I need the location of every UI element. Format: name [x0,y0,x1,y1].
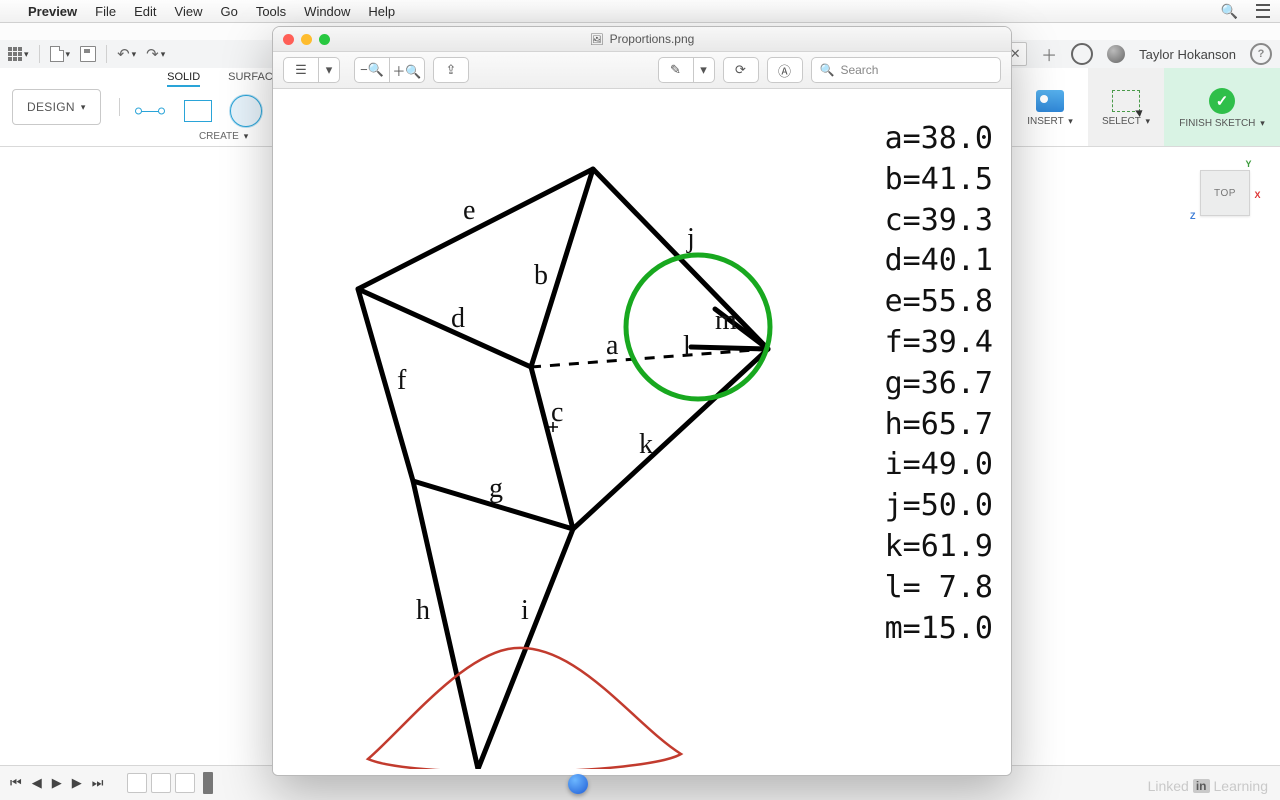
window-title: Proportions.png [610,32,695,46]
zoom-in-button[interactable]: ＋🔍 [390,57,425,83]
insert-menu[interactable]: INSERT ▾ [1012,68,1088,146]
linkedin-learning-watermark: Linked in Learning [1148,778,1268,794]
sidebar-menu-button[interactable]: ▾ [319,57,340,83]
base-outline [368,648,681,769]
svg-text:g: g [489,473,503,504]
preview-toolbar: ☰ ▾ −🔍 ＋🔍 ⇪ ✎ ▾ ⟳ Ⓐ 🔍 Search [273,52,1011,89]
search-field[interactable]: 🔍 Search [811,57,1002,83]
workspace-label: DESIGN [27,100,75,114]
sidebar-button[interactable]: ☰ [283,57,319,83]
timeline-end-button[interactable]: ⏭ [92,775,104,791]
markup-button[interactable]: ✎ [658,57,694,83]
watermark-orb-icon [568,774,588,794]
save-button[interactable] [80,46,96,62]
create-label[interactable]: CREATE▾ [199,131,248,142]
menu-go[interactable]: Go [220,4,237,19]
app-menu[interactable]: Preview [28,4,77,19]
finish-sketch-button[interactable]: ✓ FINISH SKETCH ▾ [1164,68,1280,146]
svg-text:k: k [639,429,653,460]
preview-window: 🖼 Proportions.png ☰ ▾ −🔍 ＋🔍 ⇪ ✎ ▾ ⟳ Ⓐ 🔍 … [272,26,1012,776]
help-button[interactable]: ? [1250,43,1272,65]
minimize-window-button[interactable] [301,34,312,45]
timeline-prev-button[interactable]: ◀ [32,775,42,791]
workspace-switcher[interactable]: DESIGN ▾ [12,89,101,125]
rectangle-tool[interactable] [184,100,212,122]
search-icon: 🔍 [820,63,835,77]
markup-menu-button[interactable]: ▾ [694,57,715,83]
annotate-button[interactable]: Ⓐ [767,57,803,83]
undo-button[interactable]: ↶▾ [117,45,136,63]
menu-file[interactable]: File [95,4,116,19]
svg-text:b: b [534,260,548,291]
job-status-icon[interactable] [1107,45,1125,63]
svg-text:e: e [463,195,475,226]
menu-extras-icon[interactable] [1256,4,1270,18]
circle-tool[interactable] [230,95,262,127]
timeline-start-button[interactable]: ⏮ [10,775,22,791]
account-name[interactable]: Taylor Hokanson [1139,47,1236,62]
svg-text:c: c [551,397,563,428]
svg-text:l: l [683,331,691,362]
menu-tools[interactable]: Tools [256,4,286,19]
svg-text:j: j [686,223,695,254]
redo-button[interactable]: ↷▾ [146,45,165,63]
menu-window[interactable]: Window [304,4,350,19]
new-doc-button[interactable]: ▾ [50,46,71,62]
svg-text:m: m [715,305,737,336]
select-icon [1112,90,1140,112]
svg-text:a: a [606,330,619,361]
view-cube[interactable]: TOP X Z Y [1200,170,1250,216]
menu-view[interactable]: View [175,4,203,19]
mac-menubar: Preview File Edit View Go Tools Window H… [0,0,1280,23]
check-icon: ✓ [1209,88,1235,114]
share-button[interactable]: ⇪ [433,57,469,83]
zoom-out-button[interactable]: −🔍 [354,57,390,83]
timeline-steps[interactable] [127,772,213,794]
data-panel-button[interactable]: ▾ [8,47,29,61]
insert-icon [1036,90,1064,112]
new-tab-button[interactable]: ＋ [1041,42,1057,66]
timeline-next-button[interactable]: ▶ [72,775,82,791]
menu-help[interactable]: Help [368,4,395,19]
rotate-button[interactable]: ⟳ [723,57,759,83]
select-menu[interactable]: SELECT ▾ [1088,68,1164,146]
svg-text:i: i [521,595,529,626]
preview-content: a=38.0 b=41.5 c=39.3 d=40.1 e=55.8 f=39.… [273,89,1011,776]
proportions-values: a=38.0 b=41.5 c=39.3 d=40.1 e=55.8 f=39.… [885,119,993,649]
svg-text:d: d [451,303,465,334]
close-window-button[interactable] [283,34,294,45]
zoom-window-button[interactable] [319,34,330,45]
timeline-playhead[interactable] [203,772,213,794]
menu-edit[interactable]: Edit [134,4,156,19]
extensions-icon[interactable] [1071,43,1093,65]
preview-titlebar[interactable]: 🖼 Proportions.png [273,27,1011,52]
search-placeholder: Search [840,63,878,77]
tab-solid[interactable]: SOLID [167,71,200,87]
timeline-play-button[interactable]: ▶ [52,775,62,791]
proportions-diagram: e b a d f c g k h i j l m [273,89,833,769]
svg-text:f: f [397,365,407,396]
image-file-icon: 🖼 [590,33,604,46]
line-tool[interactable] [134,101,166,121]
spotlight-icon[interactable]: 🔍 [1221,3,1238,20]
svg-text:h: h [416,595,430,626]
